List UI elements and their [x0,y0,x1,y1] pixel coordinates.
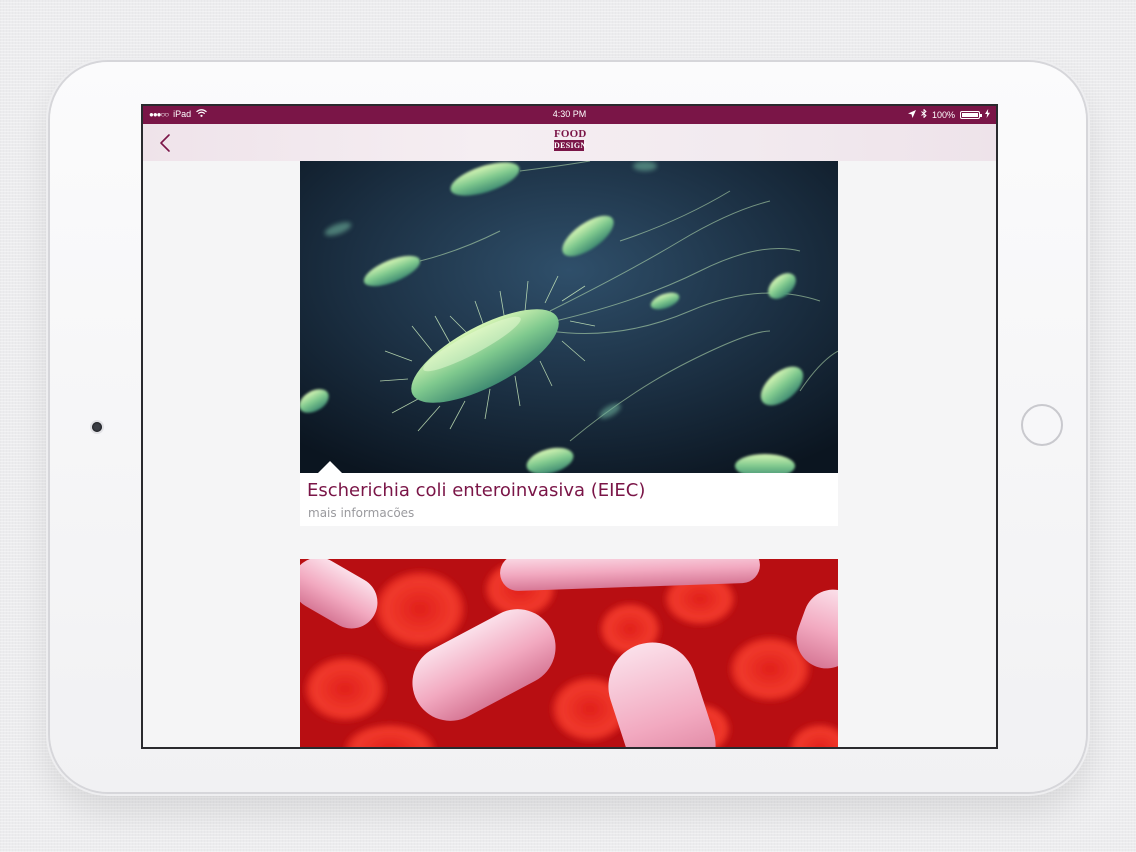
battery-percent: 100% [931,109,955,120]
charging-icon [985,109,990,120]
app-window: ●●●○○ iPad 4:30 PM 100% FOOD DESIGN Esch… [143,106,996,747]
article-card[interactable] [300,559,838,747]
screen: ●●●○○ iPad 4:30 PM 100% FOOD DESIGN Esch… [141,104,998,749]
nav-bar: FOOD DESIGN [143,124,996,161]
more-info-link[interactable]: mais informacões [308,506,414,520]
logo-text-bottom: DESIGN [554,140,587,151]
clock: 4:30 PM [552,109,587,119]
bluetooth-icon [921,108,927,120]
back-button[interactable] [155,132,175,154]
card-pointer [318,461,342,473]
logo-text-top: FOOD [554,128,587,140]
camera [92,422,102,432]
article-feed[interactable]: Escherichia coli enteroinvasiva (EIEC) m… [143,161,996,747]
article-card[interactable]: Escherichia coli enteroinvasiva (EIEC) m… [300,161,838,526]
home-button[interactable] [1021,404,1063,446]
status-right: 100% [907,108,990,120]
status-bar: ●●●○○ iPad 4:30 PM 100% [143,106,996,124]
location-icon [907,109,916,120]
chevron-left-icon [160,134,170,152]
food-design-logo[interactable]: FOOD DESIGN [554,128,587,151]
blood-cells-bacteria-image[interactable] [300,559,838,747]
battery-icon [960,110,982,119]
bacteria-illustration-image[interactable] [300,161,838,473]
article-title[interactable]: Escherichia coli enteroinvasiva (EIEC) [307,480,645,501]
